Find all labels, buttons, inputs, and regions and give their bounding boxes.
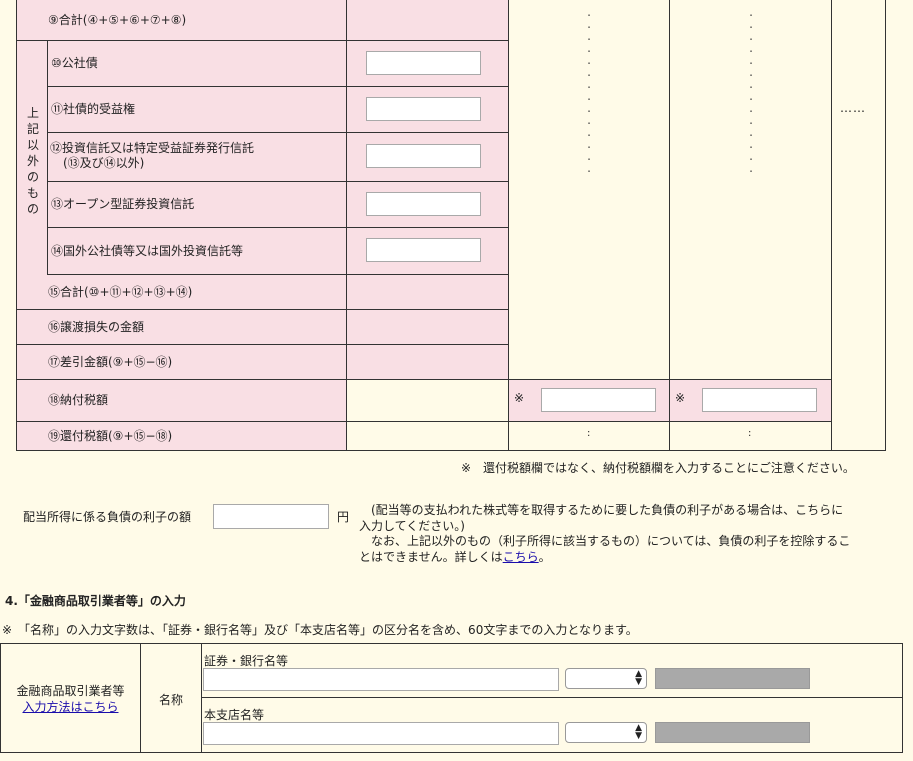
section-4-heading: 4.「金融商品取引業者等」の入力 <box>5 594 186 608</box>
row-12-value <box>347 133 509 182</box>
row-14-label: ⑭国外公社債等又は国外投資信託等 <box>47 228 347 275</box>
bank-type-select[interactable]: ▲ ▼ <box>565 668 647 689</box>
tax-paid-input-1[interactable] <box>541 388 656 412</box>
branch-readonly-field <box>655 722 810 743</box>
row-11-value <box>347 87 509 133</box>
row-11-label: ⑪社債的受益権 <box>47 87 347 133</box>
row-14-value <box>347 228 509 275</box>
branch-name-input[interactable] <box>203 722 559 745</box>
row-17-label: ⑰差引金額(⑨+⑮−⑯) <box>16 345 347 380</box>
group-label-other: 上記以外のもの <box>16 41 47 275</box>
row-19-label: ⑲還付税額(⑨+⑮−⑱) <box>16 422 347 451</box>
row-19-value <box>347 422 509 451</box>
details-link[interactable]: こちら <box>503 550 539 564</box>
row-17-value <box>347 345 509 380</box>
input-method-link[interactable]: 入力方法はこちら <box>22 700 118 714</box>
broker-row-label: 金融商品取引業者等 入力方法はこちら <box>0 643 141 753</box>
row-10-label: ⑩公社債 <box>47 41 347 87</box>
interest-label: 配当所得に係る負債の利子の額 <box>23 510 192 524</box>
col5-body: …… <box>832 0 886 451</box>
bank-name-cell: 証券・銀行名等 ▲ ▼ <box>202 643 903 698</box>
row-19-col3: : <box>509 422 670 451</box>
row-13-label: ⑬オープン型証券投資信託 <box>47 182 347 228</box>
investment-trust-input[interactable] <box>366 144 481 168</box>
branch-name-cell: 本支店名等 ▲ ▼ <box>202 698 903 753</box>
row-10-value <box>347 41 509 87</box>
interest-input[interactable] <box>213 504 329 529</box>
bank-readonly-field <box>655 668 810 689</box>
row-9-label: ⑨合計(④+⑤+⑥+⑦+⑧) <box>16 0 347 41</box>
col4-body: .............. <box>670 0 832 379</box>
bank-name-input[interactable] <box>203 668 559 691</box>
row-19-col4: : <box>670 422 832 451</box>
bonds-input[interactable] <box>366 51 481 75</box>
section-4-note: ※ 「名称」の入力文字数は、「証券・銀行名等」及び「本支店名等」の区分名を含め、… <box>2 623 638 637</box>
tax-paid-input-2[interactable] <box>702 388 817 412</box>
open-trust-input[interactable] <box>366 192 481 216</box>
row-18-col3: ※ <box>509 379 670 422</box>
foreign-bonds-input[interactable] <box>366 238 481 262</box>
row-16-value <box>347 310 509 345</box>
row-16-label: ⑯譲渡損失の金額 <box>16 310 347 345</box>
interest-unit: 円 <box>337 510 350 524</box>
row-9-value <box>347 0 509 41</box>
row-15-value <box>347 275 509 310</box>
interest-description: (配当等の支払われた株式等を取得するために要した負債の利子がある場合は、こちらに… <box>359 503 851 564</box>
refund-note: ※ 還付税額欄ではなく、納付税額欄を入力することにご注意ください。 <box>461 461 855 475</box>
row-18-col4: ※ <box>670 379 832 422</box>
row-18-label: ⑱納付税額 <box>16 380 347 422</box>
row-15-label: ⑮合計(⑩+⑪+⑫+⑬+⑭) <box>16 275 347 310</box>
row-18-value <box>347 380 509 422</box>
kome-mark: ※ <box>675 391 686 405</box>
row-13-value <box>347 182 509 228</box>
kome-mark: ※ <box>514 391 525 405</box>
bond-beneficiary-input[interactable] <box>366 97 481 121</box>
branch-type-select[interactable]: ▲ ▼ <box>565 722 647 743</box>
row-12-label: ⑫投資信託又は特定受益証券発行信託 (⑬及び⑭以外) <box>47 133 347 182</box>
name-label-cell: 名称 <box>141 643 202 753</box>
col3-body: .............. <box>509 0 670 379</box>
